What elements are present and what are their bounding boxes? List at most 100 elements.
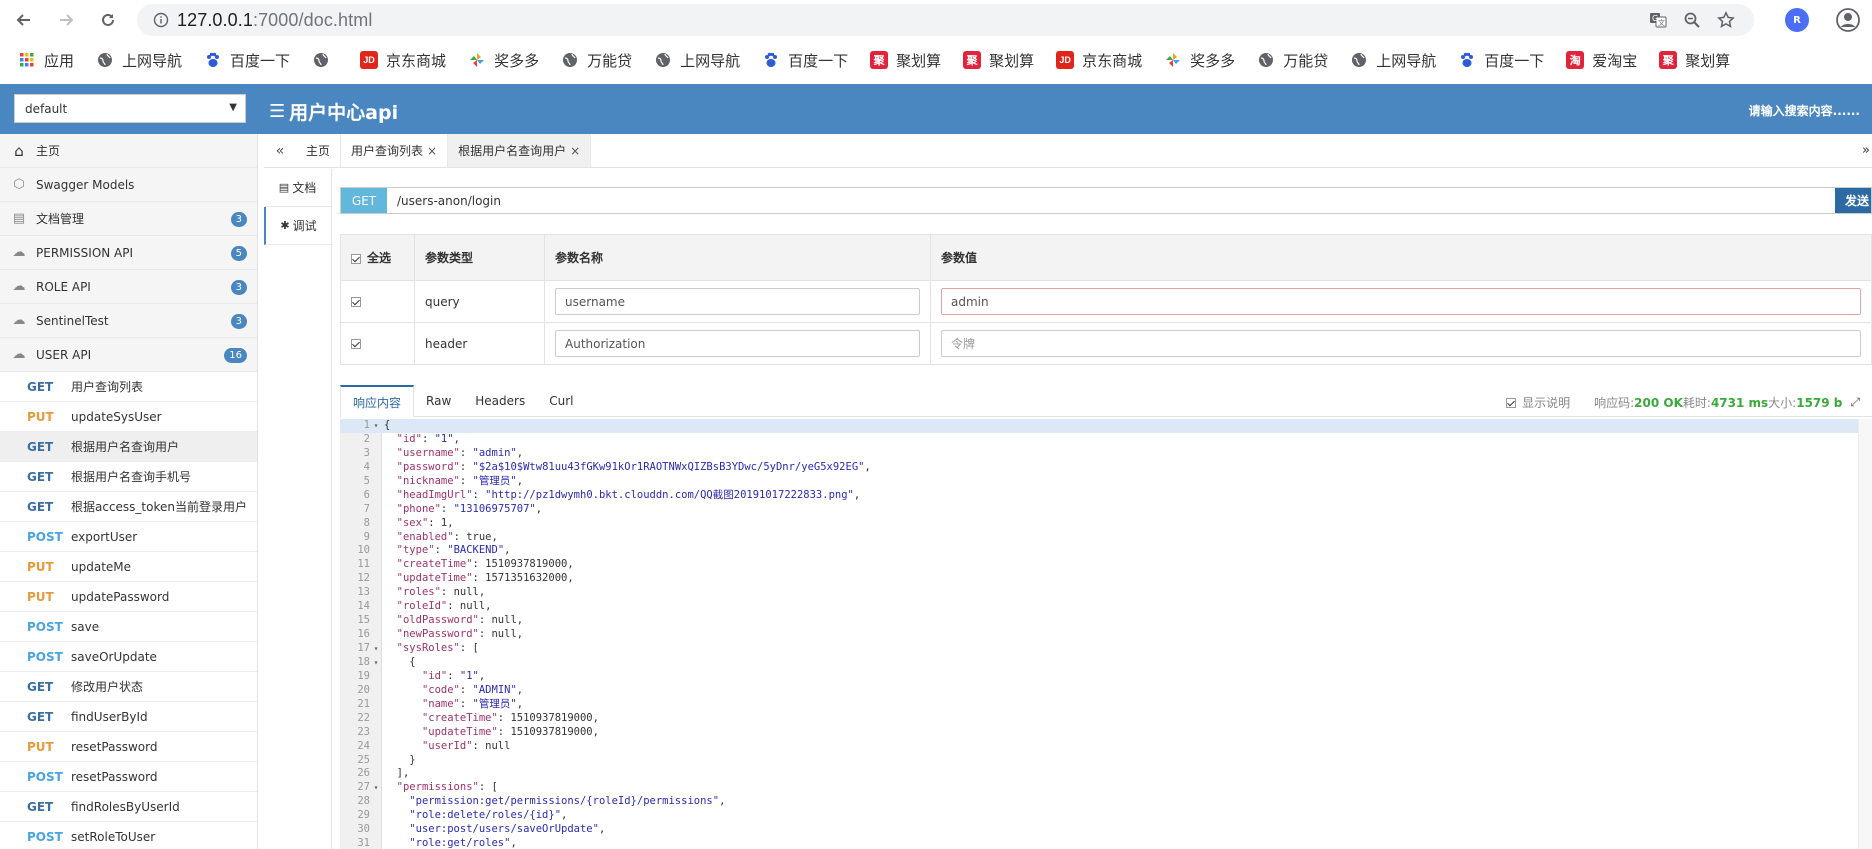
bookmark-item[interactable]: 聚聚划算 [1659,50,1730,71]
translate-icon[interactable]: G文 [1646,8,1670,32]
bookmark-item[interactable]: 万能贷 [561,50,632,71]
select-all-cell[interactable]: 全选 [340,234,415,281]
param-name-cell [544,322,931,365]
tab-curl[interactable]: Curl [537,385,585,416]
api-list-item[interactable]: POST resetPassword [0,762,257,792]
show-desc-checkbox[interactable] [1506,397,1517,408]
api-list-item[interactable]: GET 根据用户名查询手机号 [0,462,257,492]
bookmark-item[interactable]: JD 京东商城 [1056,50,1142,71]
bookmark-item[interactable]: 聚聚划算 [963,50,1034,71]
group-select[interactable]: default ▼ [14,94,246,123]
api-list-item[interactable]: POST exportUser [0,522,257,552]
api-list-item[interactable]: GET 修改用户状态 [0,672,257,702]
expand-icon[interactable]: ⤢ [1850,395,1860,410]
zoom-icon[interactable] [1680,8,1704,32]
select-all-checkbox[interactable] [351,253,361,264]
sidebar-item[interactable]: ☁ PERMISSION API 5 [0,236,257,270]
bookmark-item[interactable]: 奖多多 [468,50,539,71]
menu-icon[interactable]: ☰ [269,101,285,122]
time-value: 4731 ms [1710,395,1769,410]
fold-arrow-icon[interactable]: ▾ [370,781,382,795]
tabs-collapse-button[interactable]: « [264,134,296,167]
bookmark-item[interactable]: 上网导航 [96,50,182,71]
param-name-input[interactable] [555,288,920,315]
api-list-item[interactable]: GET 根据用户名查询用户 [0,432,257,462]
sidebar-item[interactable]: ☁ USER API 16 [0,338,257,372]
account-icon[interactable] [1836,8,1860,32]
response-code-viewer[interactable]: 1 ▾{2 "id": "1", 3 "username": "admin", 4 "… [340,419,1872,849]
fold-arrow-icon[interactable]: ▾ [370,642,382,656]
bookmark-item[interactable]: 万能贷 [1257,50,1328,71]
api-list-item[interactable]: PUT updateMe [0,552,257,582]
param-checkbox[interactable] [351,339,361,349]
api-list-item[interactable]: POST saveOrUpdate [0,642,257,672]
size-value: 1579 b [1796,395,1843,410]
param-check-cell [340,322,415,365]
api-list-item[interactable]: GET 根据access_token当前登录用户 [0,492,257,522]
code-text: "roleId": null, [396,600,492,613]
tab-response-content[interactable]: 响应内容 [340,385,415,417]
doc-tab[interactable]: 用户查询列表 × [341,134,449,167]
fold-arrow-icon[interactable]: ▾ [370,656,382,670]
tab-raw[interactable]: Raw [414,385,463,416]
jd-icon: JD [1056,51,1075,69]
reload-button[interactable] [94,6,122,34]
line-number: 12 [357,572,370,585]
bookmark-item[interactable]: 百度一下 [762,50,848,71]
bookmark-item[interactable]: 淘爱淘宝 [1566,50,1637,71]
tabs-more-button[interactable]: » [1862,143,1870,158]
sidebar-item[interactable]: ☁ ROLE API 3 [0,270,257,304]
tab-debug[interactable]: ✱ 调试 [264,207,331,245]
code-line: 3 "username": "admin", [340,447,1858,461]
forward-button[interactable] [52,6,80,34]
bookmark-item[interactable]: 百度一下 [204,50,290,71]
bookmark-item[interactable]: 聚聚划算 [870,50,941,71]
api-list-item[interactable]: GET findUserById [0,702,257,732]
back-button[interactable] [10,6,38,34]
fold-arrow-icon[interactable]: ▾ [370,419,382,433]
close-icon[interactable]: × [570,144,580,158]
extension-icon[interactable]: R [1785,8,1809,32]
info-icon[interactable] [149,8,173,32]
star-icon[interactable] [1714,8,1738,32]
address-bar[interactable]: 127.0.0.1:7000/doc.html G文 [137,4,1754,36]
bookmark-item[interactable]: 奖多多 [1164,50,1235,71]
line-number: 30 [357,823,370,836]
close-icon[interactable]: × [427,144,437,158]
bookmark-item[interactable]: 上网导航 [1350,50,1436,71]
api-list-item[interactable]: PUT updateSysUser [0,402,257,432]
api-list-item[interactable]: PUT updatePassword [0,582,257,612]
bookmark-item[interactable]: JD 京东商城 [360,50,446,71]
doc-tab[interactable]: 根据用户名查询用户 × [448,134,592,167]
arrow-left-icon [16,14,30,26]
send-button[interactable]: 发送 [1835,188,1871,213]
param-value-input[interactable] [941,330,1861,357]
param-checkbox[interactable] [351,297,361,307]
doc-tab[interactable]: 主页 [296,134,342,167]
search-input[interactable]: 请输入搜索内容...... [1749,102,1860,119]
baidu-paw-icon [204,51,222,69]
bookmark-item[interactable]: 百度一下 [1458,50,1544,71]
api-list-item[interactable]: POST setRoleToUser [0,822,257,849]
bookmark-item[interactable]: 上网导航 [654,50,740,71]
api-name: 根据access_token当前登录用户 [71,500,247,514]
line-number: 28 [357,795,370,808]
scrollbar[interactable] [1858,419,1872,849]
param-name-input[interactable] [555,330,920,357]
tab-doc[interactable]: ▤ 文档 [264,169,331,207]
sidebar-item[interactable]: ⌂ 主页 [0,134,257,168]
request-url-input[interactable]: /users-anon/login [387,188,1835,213]
sidebar-item[interactable]: ▤ 文档管理 3 [0,202,257,236]
sidebar-item[interactable]: ☁ SentinelTest 3 [0,304,257,338]
api-list-item[interactable]: GET findRolesByUserId [0,792,257,822]
bookmark-label: 应用 [44,52,75,70]
api-list-item[interactable]: POST save [0,612,257,642]
sidebar-item[interactable]: ⬡ Swagger Models [0,168,257,202]
api-list-item[interactable]: GET 用户查询列表 [0,372,257,402]
api-list-item[interactable]: PUT resetPassword [0,732,257,762]
tab-headers[interactable]: Headers [463,385,537,416]
bookmark-item[interactable] [312,51,338,69]
param-value-input[interactable] [941,288,1861,315]
bookmark-item[interactable]: 应用 [18,50,74,71]
